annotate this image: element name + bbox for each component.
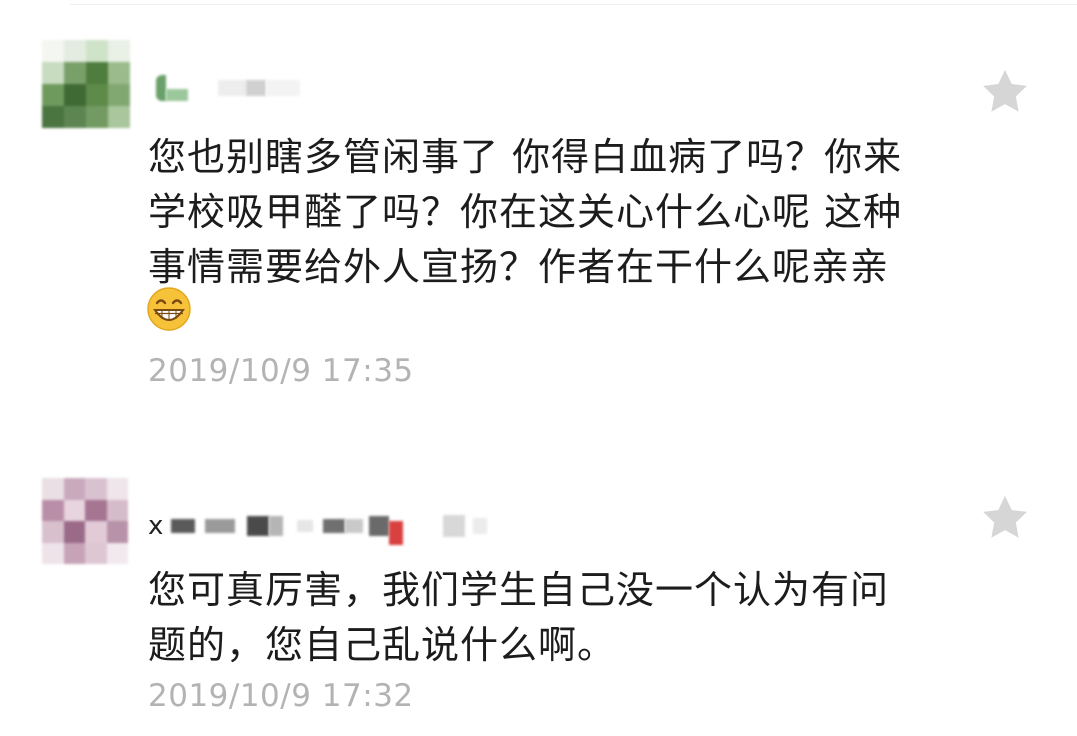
comment-line: 题的，您自己乱说什么啊。 <box>148 623 617 667</box>
comment-line: 您也别瞎多管闲事了 你得白血病了吗？你来 <box>148 135 903 179</box>
avatar[interactable] <box>42 40 130 128</box>
comment-item: 您也别瞎多管闲事了 你得白血病了吗？你来 学校吸甲醛了吗？你在这关心什么心呢 这… <box>0 40 1077 400</box>
comment-body: 您可真厉害，我们学生自己没一个认为有问 题的，您自己乱说什么啊。 <box>148 563 968 673</box>
comment-body: 您也别瞎多管闲事了 你得白血病了吗？你来 学校吸甲醛了吗？你在这关心什么心呢 这… <box>148 130 968 295</box>
comment-line: 您可真厉害，我们学生自己没一个认为有问 <box>148 568 890 612</box>
star-icon[interactable] <box>979 492 1031 544</box>
timestamp: 2019/10/9 17:35 <box>148 353 414 389</box>
grin-emoji-icon <box>147 287 191 331</box>
nickname-redacted[interactable]: x <box>148 508 488 545</box>
comment-line: 学校吸甲醛了吗？你在这关心什么心呢 这种 <box>148 190 903 234</box>
comment-item: x 您可真厉害，我们学生自己没一个认为有问 题的，您自己乱说什么啊。 2019/… <box>0 470 1077 730</box>
top-divider <box>70 4 1077 5</box>
star-icon[interactable] <box>979 66 1031 118</box>
avatar[interactable] <box>42 478 128 564</box>
nickname-redacted[interactable] <box>148 70 300 106</box>
nickname-prefix: x <box>148 511 164 541</box>
timestamp: 2019/10/9 17:32 <box>148 678 414 714</box>
comment-line: 事情需要给外人宣扬？作者在干什么呢亲亲 <box>148 245 890 289</box>
